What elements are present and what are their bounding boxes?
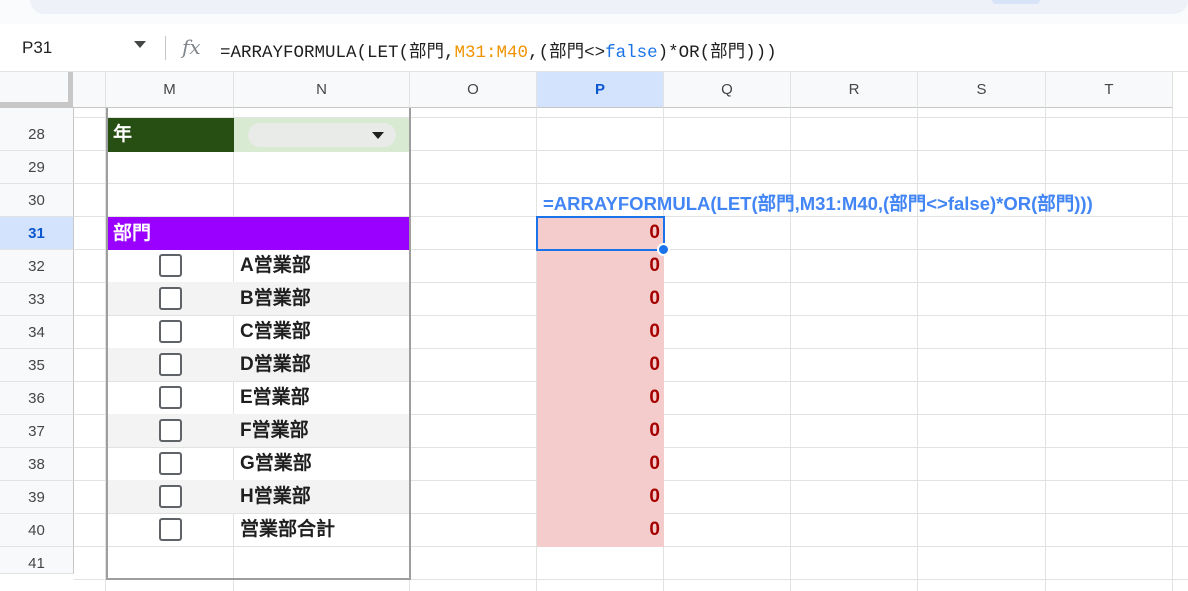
column-header-t[interactable]: T (1046, 72, 1173, 108)
select-all-corner[interactable] (0, 72, 74, 108)
column-header-m[interactable]: M (106, 72, 234, 108)
column-header-o[interactable]: O (410, 72, 537, 108)
formula-text-part: =ARRAYFORMULA(LET(部門, (220, 43, 455, 63)
active-cell-border (536, 216, 665, 251)
formula-text-part: )*OR(部門))) (657, 43, 777, 63)
row-header-32[interactable]: 32 (0, 250, 74, 283)
formula-bar-divider (165, 36, 166, 60)
row-header-30[interactable]: 30 (0, 184, 74, 217)
grid-line-vertical (917, 108, 918, 591)
name-box[interactable]: P31 (0, 24, 160, 72)
column-header-n[interactable]: N (234, 72, 410, 108)
result-cell[interactable]: 0 (537, 414, 664, 447)
row-header-40[interactable]: 40 (0, 514, 74, 547)
result-cell[interactable]: 0 (537, 480, 664, 513)
formula-bar: P31 fx =ARRAYFORMULA(LET(部門,M31:M40,(部門<… (0, 24, 1188, 72)
result-cell[interactable]: 0 (537, 282, 664, 315)
name-box-ref: P31 (22, 38, 53, 57)
result-cell[interactable]: 0 (537, 447, 664, 480)
formula-text-part: ,(部門<> (528, 43, 606, 63)
freeze-handle-vertical[interactable] (68, 72, 73, 108)
result-cell[interactable]: 0 (537, 315, 664, 348)
row-header-28[interactable]: 28 (0, 108, 74, 151)
result-cell[interactable]: 0 (537, 381, 664, 414)
column-header-p[interactable]: P (537, 72, 664, 108)
row-header-38[interactable]: 38 (0, 448, 74, 481)
row-header-37[interactable]: 37 (0, 415, 74, 448)
table-border (106, 108, 411, 580)
row-header-34[interactable]: 34 (0, 316, 74, 349)
fill-handle[interactable] (657, 243, 670, 256)
row-header-36[interactable]: 36 (0, 382, 74, 415)
result-cell[interactable]: 0 (537, 348, 664, 381)
formula-keyword: false (605, 43, 658, 63)
formula-input[interactable]: =ARRAYFORMULA(LET(部門,M31:M40,(部門<>false)… (220, 38, 777, 63)
column-header-spacer (74, 72, 106, 108)
column-header-r[interactable]: R (791, 72, 918, 108)
grid-line-vertical (1045, 108, 1046, 591)
fx-icon: fx (182, 35, 201, 59)
grid-line-vertical (790, 108, 791, 591)
top-toolbar-strip (0, 0, 1188, 24)
row-header-35[interactable]: 35 (0, 349, 74, 382)
row-header-29[interactable]: 29 (0, 151, 74, 184)
result-cell[interactable]: 0 (537, 513, 664, 546)
row-header-33[interactable]: 33 (0, 283, 74, 316)
grid-line-vertical (1172, 108, 1173, 591)
freeze-handle-horizontal[interactable] (0, 102, 68, 107)
formula-range-ref: M31:M40 (454, 43, 529, 63)
row-header-41[interactable]: 41 (0, 547, 74, 574)
result-cell[interactable]: 0 (537, 249, 664, 282)
row-header-39[interactable]: 39 (0, 481, 74, 514)
row-header-31[interactable]: 31 (0, 217, 74, 250)
column-header-q[interactable]: Q (664, 72, 791, 108)
formula-overlay-text: =ARRAYFORMULA(LET(部門,M31:M40,(部門<>false)… (543, 193, 1093, 214)
column-header-s[interactable]: S (918, 72, 1046, 108)
toolbar-chip (992, 0, 1040, 4)
chevron-down-icon[interactable] (134, 41, 146, 48)
